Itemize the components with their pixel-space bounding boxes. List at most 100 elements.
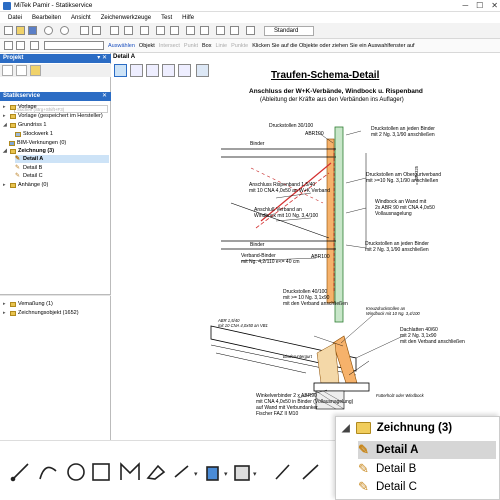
select-box[interactable]: Box [202, 43, 211, 49]
label-abr100-top: ABR100 [305, 131, 324, 137]
tree-item[interactable]: ▸ Zeichnungsobjekt (1652) [3, 309, 79, 317]
label-rispenband: Anschluss Rispenband 1,5/40 mit 10 CNA 4… [249, 182, 331, 194]
layer-select[interactable] [44, 41, 104, 50]
popup-item-label: Detail A [376, 444, 419, 456]
tree-item[interactable]: ▸ Vemaßung (1) [3, 300, 53, 308]
folder-icon [10, 310, 16, 316]
label-dachlatten: Dachlatten 40/60 mit 2 Ng. 3,1x90 mit de… [400, 327, 465, 345]
tree-item[interactable]: ◢ Grundriss 1 [3, 121, 46, 129]
circle-tool-icon[interactable] [67, 463, 85, 481]
tree-item[interactable]: Stockwerk 1 [15, 130, 53, 138]
main-toolbar [0, 23, 500, 39]
maximize-button[interactable]: ☐ [476, 1, 483, 10]
measure-tool-icon[interactable] [302, 464, 319, 480]
label-abr-small: ABR 1,5/40 mit 10 CNA 4,0x50 an VB1 [218, 318, 268, 328]
tree-item[interactable]: ✎ Detail A [15, 155, 109, 163]
grid-icon[interactable] [156, 26, 165, 35]
view-icon[interactable] [170, 26, 179, 35]
pin-icon-2[interactable]: ✕ [102, 92, 107, 101]
label-winkelverbinder: Winkelverbinder 2 x ABR90 mit CNA 4,0x50… [256, 393, 354, 417]
panel-divider[interactable] [0, 294, 111, 296]
dimension-icon[interactable] [30, 41, 39, 50]
tree-item[interactable]: ▸ Anhänge (0) [3, 181, 48, 189]
tree-view-icon[interactable] [2, 65, 13, 76]
label-druckstollen-right2: Druckstollen am Obergurtverband mit >=10… [366, 172, 442, 184]
expand-icon[interactable]: ▸ [3, 310, 8, 316]
menu-hilfe[interactable]: Hilfe [182, 15, 194, 21]
extend-tool-icon[interactable] [174, 465, 189, 478]
new-icon[interactable] [4, 26, 13, 35]
line-tool-icon[interactable] [13, 463, 29, 479]
dim-tool-icon[interactable] [275, 464, 290, 480]
tree-item[interactable]: BIM-Verknungen (0) [9, 139, 66, 147]
undo-icon[interactable] [44, 26, 53, 35]
select-link[interactable]: Auswählen [108, 43, 135, 49]
tree-item-label: Detail B [23, 165, 43, 171]
folder-icon [10, 104, 16, 110]
tree-item[interactable]: ▸ Vorlage (gespeichert im Hersteller) [3, 112, 103, 120]
pattern-tool-icon[interactable] [234, 465, 250, 481]
select-point[interactable]: Punkt [184, 43, 198, 49]
select-points[interactable]: Punkte [231, 43, 248, 49]
tree-item[interactable]: ✎ Detail C [15, 172, 43, 180]
paste-icon[interactable] [124, 26, 133, 35]
arrow-right-icon[interactable] [92, 26, 101, 35]
hierarchy-icon[interactable] [16, 65, 27, 76]
project-header-label: Projekt [3, 55, 24, 61]
popup-folder-item[interactable]: ◢ Zeichnung (3) [342, 422, 452, 434]
tree-item[interactable]: ◢ Zeichnung (3) [3, 147, 54, 155]
expand-icon[interactable]: ▸ [3, 182, 8, 188]
arrow-left-icon[interactable] [80, 26, 89, 35]
popup-detail-c[interactable]: ✎ Detail C [358, 478, 417, 496]
select-intersect[interactable]: Intersect [159, 43, 180, 49]
pencil-icon[interactable] [4, 41, 13, 50]
redo-icon[interactable] [60, 26, 69, 35]
menu-zeichenwerkzeuge[interactable]: Zeichenwerkzeuge [101, 15, 151, 21]
tree-item-label: Vorlage [18, 104, 37, 110]
tree-item[interactable]: ▸ Vorlage [3, 103, 37, 111]
polyline-tool-icon[interactable] [120, 462, 140, 480]
pin-icon[interactable]: ▾ ✕ [97, 54, 107, 63]
popup-item-label: Detail B [376, 463, 417, 475]
copy-icon[interactable] [110, 26, 119, 35]
close-button[interactable]: ✕ [491, 1, 498, 10]
collapse-icon[interactable]: ◢ [3, 122, 8, 128]
menu-ansicht[interactable]: Ansicht [71, 15, 91, 21]
popup-detail-b[interactable]: ✎ Detail B [358, 460, 416, 478]
expand-icon[interactable]: ▸ [3, 301, 8, 307]
select-line[interactable]: Linie [215, 43, 227, 49]
settings-icon[interactable] [230, 26, 239, 35]
collapse-icon[interactable]: ◢ [3, 148, 8, 154]
line-tool-icon[interactable] [16, 41, 25, 50]
pencil-icon: ✎ [15, 172, 21, 179]
popup-detail-a[interactable]: ✎ Detail A [358, 441, 496, 459]
rect-tool-icon[interactable] [92, 463, 110, 481]
expand-icon[interactable]: ▸ [3, 113, 8, 119]
arc-tool-icon[interactable] [39, 466, 57, 480]
copy-tool-icon[interactable] [206, 466, 219, 481]
layer-icon[interactable] [186, 26, 195, 35]
menu-datei[interactable]: Datei [8, 15, 22, 21]
tree-item-label: Detail C [23, 173, 43, 179]
tree-item[interactable]: ✎ Detail B [15, 164, 42, 172]
standard-select[interactable]: Standard [264, 26, 314, 36]
save-icon[interactable] [28, 26, 37, 35]
edit-icon[interactable] [140, 26, 149, 35]
minimize-button[interactable]: ─ [462, 1, 468, 10]
tree-item-label: BIM-Verknungen (0) [17, 140, 67, 146]
pencil-icon: ✎ [358, 479, 369, 494]
collapse-icon[interactable]: ◢ [342, 423, 350, 434]
folder-icon[interactable] [30, 65, 41, 76]
fill-tool-icon[interactable] [146, 464, 166, 480]
open-icon[interactable] [16, 26, 25, 35]
pointer-icon[interactable] [246, 26, 255, 35]
label-druckstollen-40: Druckstollen 40/100 mit >= 10 Ng. 3,1x90… [283, 289, 348, 307]
expand-icon[interactable]: ▸ [3, 104, 8, 110]
label-binder-bottom: Binder [250, 242, 265, 248]
select-object[interactable]: Objekt [139, 43, 155, 49]
menu-test[interactable]: Test [161, 15, 172, 21]
print-icon[interactable] [200, 26, 209, 35]
tree-item-label: Vemaßung (1) [18, 301, 53, 307]
zoom-icon[interactable] [216, 26, 225, 35]
menu-bearbeiten[interactable]: Bearbeiten [32, 15, 61, 21]
